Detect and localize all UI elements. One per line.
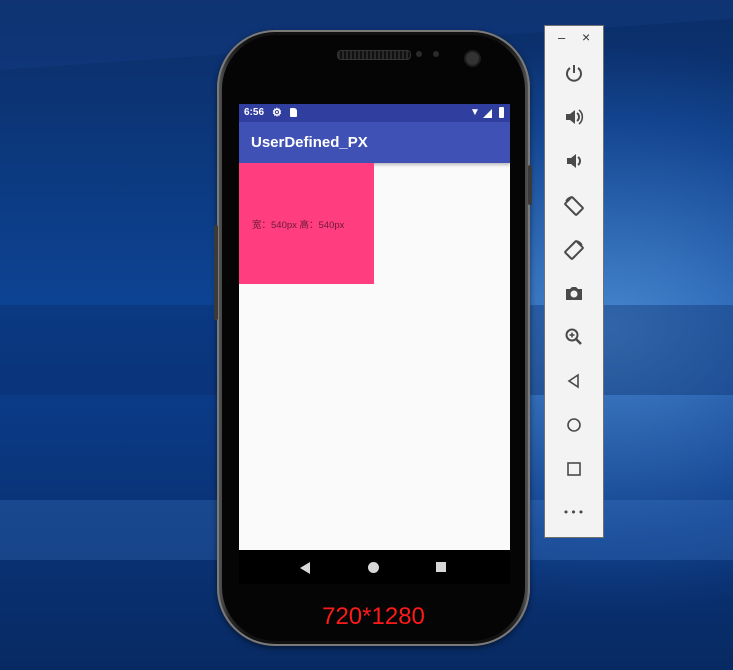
camera-icon[interactable] <box>559 278 589 308</box>
gear-icon: ⚙ <box>272 107 282 119</box>
signal-icon <box>483 109 492 118</box>
volume-down-icon[interactable] <box>559 146 589 176</box>
sized-box: 宽：540px 高：540px <box>239 163 374 284</box>
volume-up-icon[interactable] <box>559 102 589 132</box>
sd-card-icon <box>290 108 297 117</box>
resolution-caption: 720*1280 <box>322 603 425 630</box>
light-sensor <box>433 51 439 57</box>
toolbar-header: – × <box>545 26 603 52</box>
back-icon[interactable] <box>559 366 589 396</box>
proximity-sensor <box>416 51 422 57</box>
back-icon[interactable] <box>300 562 310 574</box>
power-key <box>528 165 532 205</box>
status-time: 6:56 <box>244 107 265 118</box>
box-size-label: 宽：540px 高：540px <box>252 220 345 231</box>
wifi-icon: ▼ <box>470 107 480 118</box>
earpiece-speaker <box>337 50 411 60</box>
rotate-left-icon[interactable] <box>559 190 589 220</box>
rotate-right-icon[interactable] <box>559 234 589 264</box>
minimize-button[interactable]: – <box>558 30 565 45</box>
status-bar: 6:56 ⚙ ▼ <box>239 104 510 122</box>
app-title: UserDefined_PX <box>251 134 368 151</box>
more-icon[interactable]: ••• <box>559 498 589 528</box>
emulator-toolbar: – × ••• <box>544 25 604 538</box>
android-nav-bar <box>239 550 510 584</box>
zoom-icon[interactable] <box>559 322 589 352</box>
front-camera <box>466 52 479 65</box>
overview-icon[interactable] <box>559 454 589 484</box>
home-icon[interactable] <box>368 562 379 573</box>
battery-icon <box>499 107 504 118</box>
recents-icon[interactable] <box>436 562 446 572</box>
power-icon[interactable] <box>559 58 589 88</box>
volume-rocker <box>214 225 218 320</box>
close-button[interactable]: × <box>582 29 590 45</box>
device-screen[interactable]: 6:56 ⚙ ▼ UserDefined_PX 宽：540px 高：540px <box>239 104 510 550</box>
app-bar: UserDefined_PX <box>239 122 510 163</box>
home-icon[interactable] <box>559 410 589 440</box>
